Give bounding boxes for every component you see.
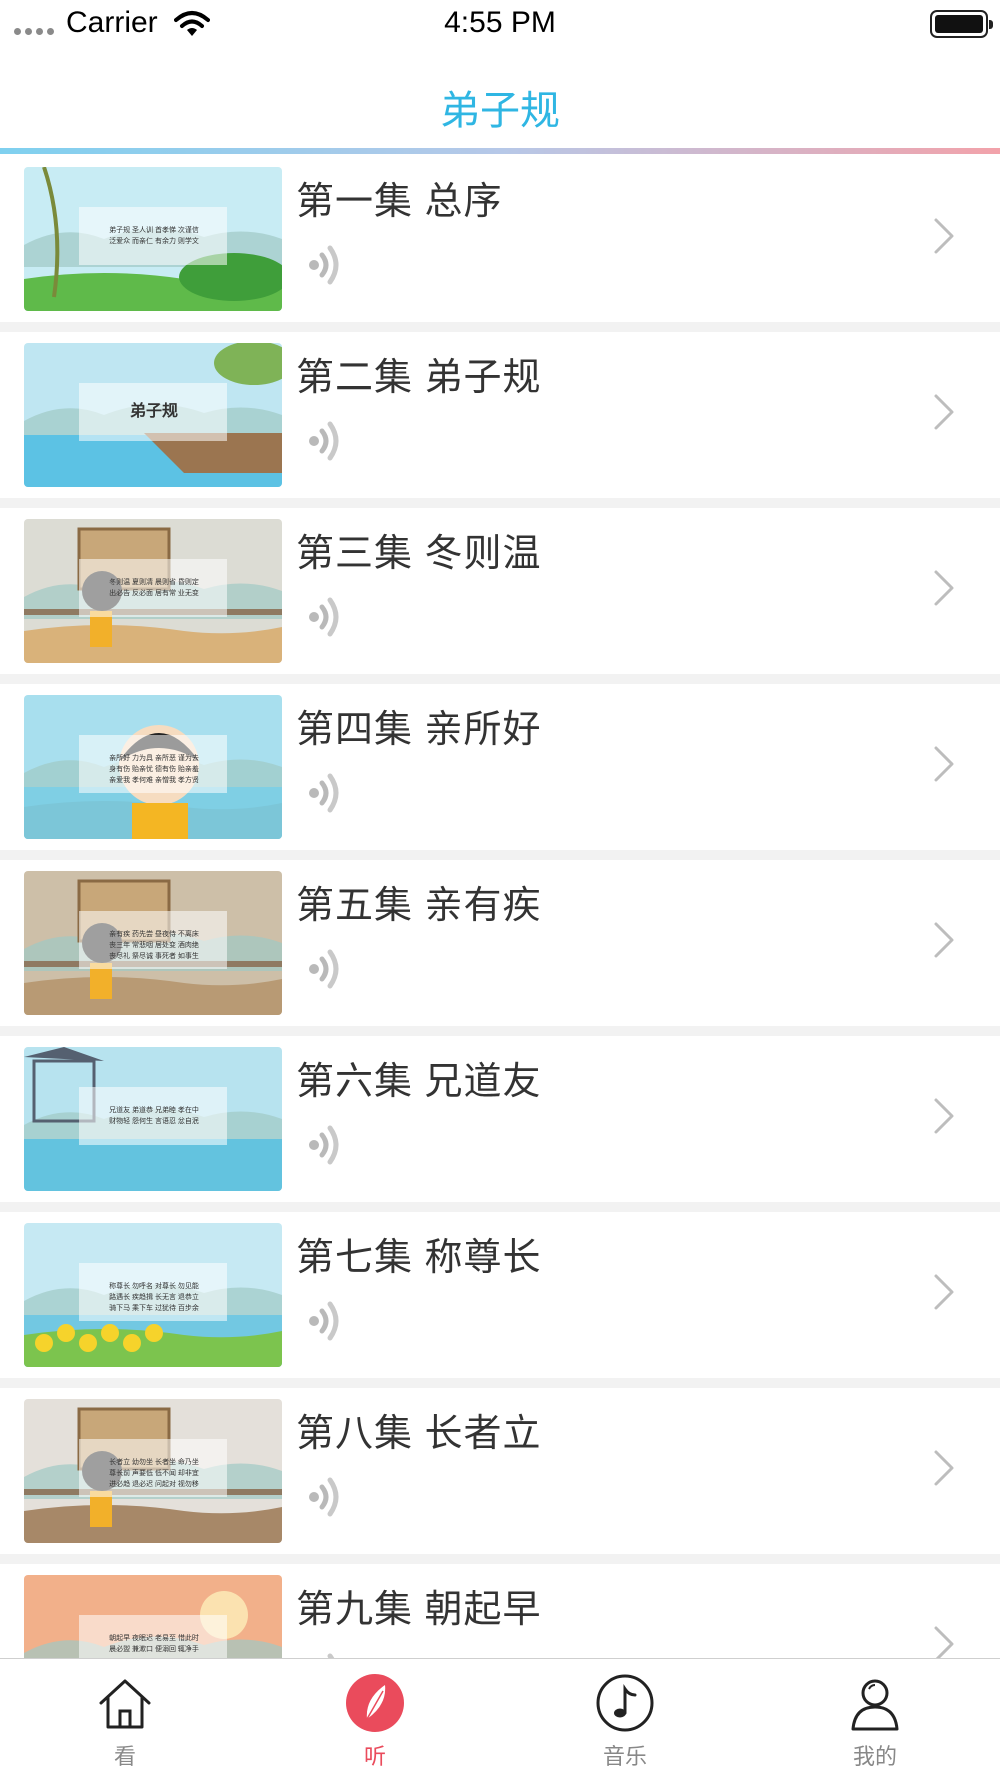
speaker-icon[interactable] (300, 416, 350, 471)
episode-title: 第七集 称尊长 (296, 1237, 542, 1279)
thumbnail-caption: 称尊长 勿呼名 对尊长 勿见能 (109, 1283, 199, 1290)
tab-label: 听 (363, 1744, 386, 1769)
chevron-right-icon (932, 920, 956, 965)
episode-title: 第二集 弟子规 (296, 357, 542, 399)
status-bar: Carrier 4:55 PM (0, 0, 1000, 50)
chevron-right-icon (932, 216, 956, 261)
episode-row[interactable]: 朝起早 夜眠迟 老易至 惜此时 晨必盥 兼漱口 便溺回 辄净手 第九集 朝起早 (0, 1564, 1000, 1658)
thumbnail-caption: 晨必盥 兼漱口 便溺回 辄净手 (109, 1646, 199, 1653)
listen-icon (345, 1673, 405, 1738)
nav-divider (0, 148, 1000, 154)
thumbnail-caption: 朝起早 夜眠迟 老易至 惜此时 (109, 1635, 199, 1642)
episode-title: 第一集 总序 (296, 181, 503, 223)
episode-thumbnail: 弟子规 圣人训 首孝悌 次谨信 泛爱众 而亲仁 有余力 则学文 (24, 167, 282, 311)
episode-row[interactable]: 弟子规 圣人训 首孝悌 次谨信 泛爱众 而亲仁 有余力 则学文 第一集 总序 (0, 156, 1000, 322)
tab-listen[interactable]: 听 (250, 1659, 500, 1778)
episode-thumbnail: 亲所好 力为具 亲所恶 谨为去 身有伤 贻亲忧 德有伤 贻亲羞 亲爱我 孝何难 亲憎… (24, 695, 282, 839)
thumbnail-caption: 泛爱众 而亲仁 有余力 则学文 (109, 238, 199, 245)
thumbnail-caption: 弟子规 (129, 403, 178, 420)
episode-thumbnail: 朝起早 夜眠迟 老易至 惜此时 晨必盥 兼漱口 便溺回 辄净手 (24, 1575, 282, 1658)
thumbnail-caption: 长者立 幼勿坐 长者坐 命乃坐 (109, 1459, 199, 1466)
episode-row[interactable]: 称尊长 勿呼名 对尊长 勿见能 路遇长 疾趋揖 长无言 退恭立 骑下马 乘下车 过犹… (0, 1212, 1000, 1378)
thumbnail-caption: 骑下马 乘下车 过犹待 百步余 (109, 1305, 199, 1312)
tab-music[interactable]: 音乐 (500, 1659, 750, 1778)
episode-thumbnail: 长者立 幼勿坐 长者坐 命乃坐 尊长前 声要低 低不闻 却非宜 进必趋 退必迟 问起… (24, 1399, 282, 1543)
thumbnail-caption: 兄道友 弟道恭 兄弟睦 孝在中 (109, 1107, 199, 1114)
episode-row[interactable]: 弟子规 第二集 弟子规 (0, 332, 1000, 498)
chevron-right-icon (932, 568, 956, 613)
chevron-right-icon (932, 744, 956, 789)
speaker-icon[interactable] (300, 1120, 350, 1175)
thumbnail-caption: 亲爱我 孝何难 亲憎我 孝方贤 (109, 777, 199, 784)
thumbnail-caption: 进必趋 退必迟 问起对 视勿移 (109, 1481, 199, 1488)
episode-row[interactable]: 兄道友 弟道恭 兄弟睦 孝在中 财物轻 怨何生 言语忍 忿自泯 第六集 兄道友 (0, 1036, 1000, 1202)
chevron-right-icon (932, 392, 956, 437)
episode-row[interactable]: 亲所好 力为具 亲所恶 谨为去 身有伤 贻亲忧 德有伤 贻亲羞 亲爱我 孝何难 亲憎… (0, 684, 1000, 850)
thumbnail-caption: 身有伤 贻亲忧 德有伤 贻亲羞 (109, 766, 199, 773)
chevron-right-icon (932, 1624, 956, 1658)
episode-thumbnail: 冬则温 夏则凊 晨则省 昏则定 出必告 反必面 居有常 业无变 (24, 519, 282, 663)
thumbnail-caption: 丧三年 常悲咽 居处变 酒肉绝 (109, 942, 199, 949)
tab-label: 我的 (852, 1744, 897, 1769)
tab-label: 音乐 (602, 1744, 647, 1769)
chevron-right-icon (932, 1096, 956, 1141)
speaker-icon[interactable] (300, 240, 350, 295)
thumbnail-caption: 路遇长 疾趋揖 长无言 退恭立 (109, 1294, 199, 1301)
speaker-icon[interactable] (300, 1296, 350, 1351)
episode-row[interactable]: 长者立 幼勿坐 长者坐 命乃坐 尊长前 声要低 低不闻 却非宜 进必趋 退必迟 问起… (0, 1388, 1000, 1554)
episode-title: 第八集 长者立 (296, 1413, 542, 1455)
thumbnail-caption: 出必告 反必面 居有常 业无变 (109, 590, 199, 597)
speaker-icon[interactable] (300, 592, 350, 647)
episode-title: 第四集 亲所好 (296, 709, 542, 751)
episode-row[interactable]: 亲有疾 药先尝 昼夜侍 不离床 丧三年 常悲咽 居处变 酒肉绝 丧尽礼 祭尽诚 事死… (0, 860, 1000, 1026)
tab-watch[interactable]: 看 (0, 1659, 250, 1778)
episode-thumbnail: 兄道友 弟道恭 兄弟睦 孝在中 财物轻 怨何生 言语忍 忿自泯 (24, 1047, 282, 1191)
thumbnail-caption: 财物轻 怨何生 言语忍 忿自泯 (109, 1118, 199, 1125)
chevron-right-icon (932, 1448, 956, 1493)
episode-thumbnail: 弟子规 (24, 343, 282, 487)
episode-thumbnail: 亲有疾 药先尝 昼夜侍 不离床 丧三年 常悲咽 居处变 酒肉绝 丧尽礼 祭尽诚 事死… (24, 871, 282, 1015)
speaker-icon[interactable] (300, 1648, 350, 1658)
profile-icon (845, 1673, 905, 1738)
home-icon (95, 1673, 155, 1738)
chevron-right-icon (932, 1272, 956, 1317)
episode-title: 第九集 朝起早 (296, 1589, 542, 1631)
speaker-icon[interactable] (300, 768, 350, 823)
speaker-icon[interactable] (300, 1472, 350, 1527)
battery-icon (930, 10, 993, 38)
music-note-icon (595, 1673, 655, 1738)
episode-list[interactable]: 弟子规 圣人训 首孝悌 次谨信 泛爱众 而亲仁 有余力 则学文 第一集 总序 弟子规第… (0, 156, 1000, 1658)
episode-title: 第三集 冬则温 (296, 533, 542, 575)
episode-thumbnail: 称尊长 勿呼名 对尊长 勿见能 路遇长 疾趋揖 长无言 退恭立 骑下马 乘下车 过犹… (24, 1223, 282, 1367)
tab-label: 看 (113, 1744, 136, 1769)
thumbnail-caption: 弟子规 圣人训 首孝悌 次谨信 (109, 227, 199, 234)
navigation-bar: 弟子规 (0, 50, 1000, 154)
status-time: 4:55 PM (444, 6, 556, 39)
tab-mine[interactable]: 我的 (750, 1659, 1000, 1778)
episode-row[interactable]: 冬则温 夏则凊 晨则省 昏则定 出必告 反必面 居有常 业无变 第三集 冬则温 (0, 508, 1000, 674)
thumbnail-caption: 亲有疾 药先尝 昼夜侍 不离床 (109, 931, 199, 938)
thumbnail-caption: 亲所好 力为具 亲所恶 谨为去 (109, 755, 199, 762)
page-title: 弟子规 (440, 89, 560, 133)
tab-bar: 看 听 音乐 我的 (0, 1658, 1000, 1778)
thumbnail-caption: 尊长前 声要低 低不闻 却非宜 (109, 1470, 199, 1477)
speaker-icon[interactable] (300, 944, 350, 999)
episode-title: 第六集 兄道友 (296, 1061, 542, 1103)
episode-title: 第五集 亲有疾 (296, 885, 542, 927)
thumbnail-caption: 丧尽礼 祭尽诚 事死者 如事生 (109, 953, 199, 960)
thumbnail-caption: 冬则温 夏则凊 晨则省 昏则定 (109, 579, 199, 586)
